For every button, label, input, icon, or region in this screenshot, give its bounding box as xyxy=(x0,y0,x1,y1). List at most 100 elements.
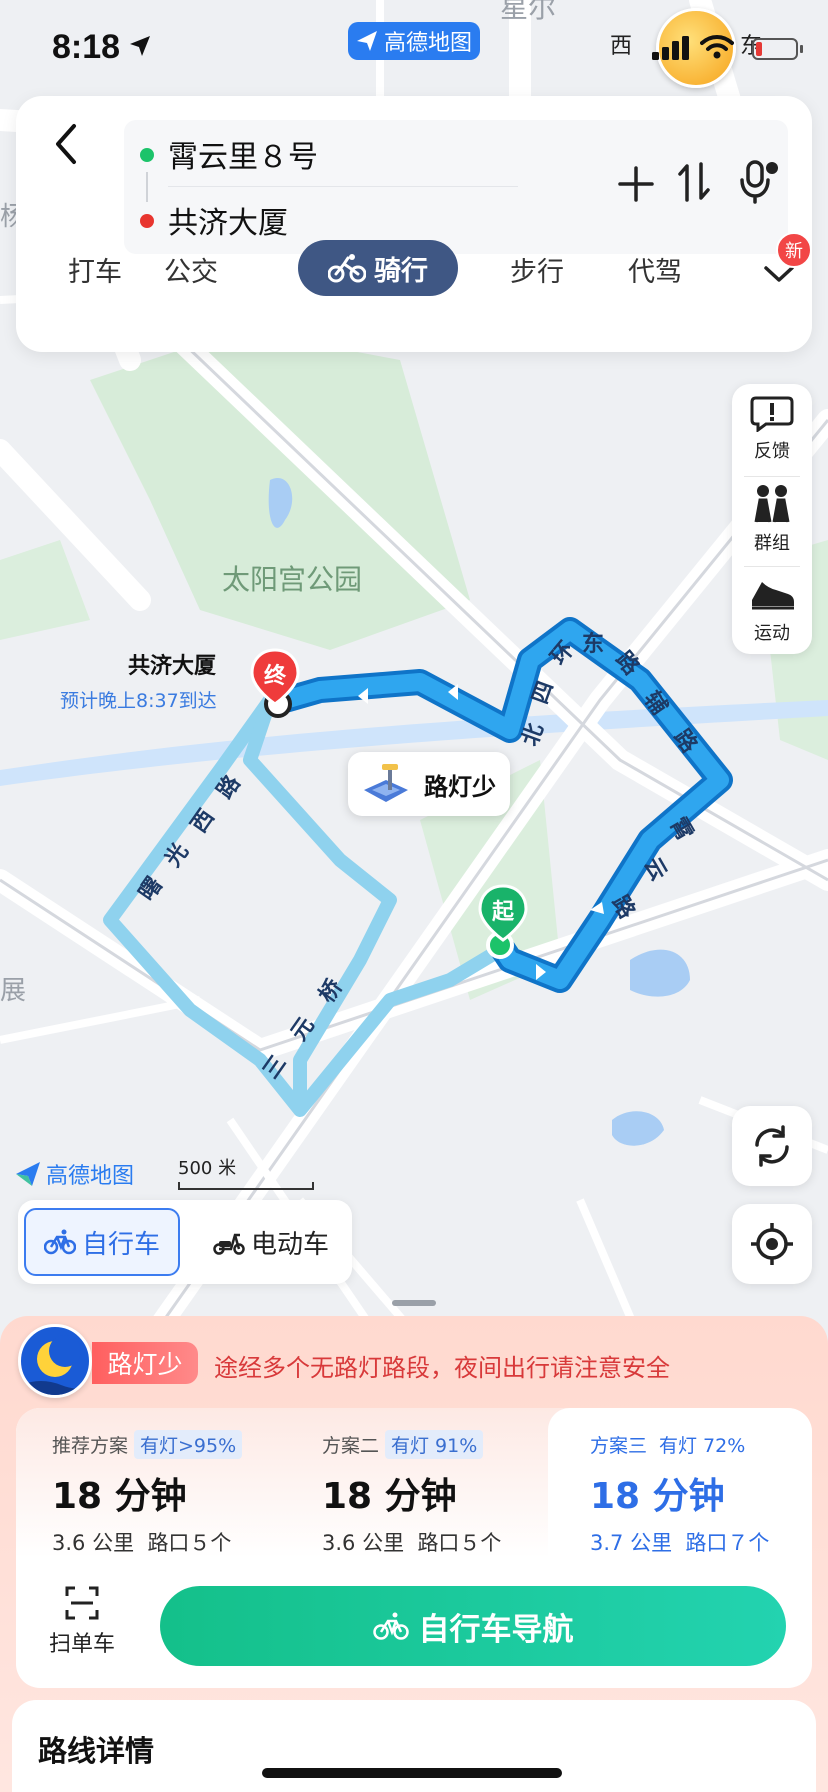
microphone-icon xyxy=(740,160,778,204)
swap-route-button[interactable] xyxy=(676,160,712,208)
location-arrow-icon xyxy=(130,36,150,56)
plan-header: 推荐方案 有灯>95% xyxy=(52,1430,243,1459)
app-pill-label: 高德地图 xyxy=(383,31,472,56)
destination-eta: 预计晚上8:37到达 xyxy=(60,690,217,712)
route-search-card: 霄云里８号 共济大厦 打车 公交 骑行 步行 代驾 新 xyxy=(16,96,812,352)
end-location-field[interactable]: 共济大厦 xyxy=(168,198,288,242)
vehicle-type-toggle: 自行车 电动车 xyxy=(18,1200,352,1284)
crosshair-icon xyxy=(751,1223,793,1265)
sheet-grabber[interactable] xyxy=(392,1300,436,1306)
map-scale-label: 500 米 xyxy=(178,1158,237,1179)
tab-transit[interactable]: 公交 xyxy=(164,250,218,289)
cyclist-icon xyxy=(328,254,366,283)
amap-logo-icon xyxy=(16,1162,40,1186)
group-label: 群组 xyxy=(754,533,790,554)
bicycle-icon xyxy=(43,1229,76,1255)
plan-header: 方案三 有灯 72% xyxy=(590,1430,769,1459)
plus-icon xyxy=(618,166,654,202)
tool-separator xyxy=(744,476,800,477)
streetlight-icon xyxy=(364,764,408,802)
group-icon xyxy=(754,485,790,523)
plan-option-1[interactable]: 推荐方案 有灯>95% 18 分钟 3.6 公里 路口５个 xyxy=(52,1430,243,1557)
start-marker-label: 起 xyxy=(491,900,514,925)
streetlight-tip[interactable]: 路灯少 xyxy=(348,752,510,816)
plan-junctions: 路口５个 xyxy=(147,1531,232,1555)
travel-mode-tabs: 打车 公交 骑行 步行 代驾 新 xyxy=(16,232,812,300)
cellular-signal-icon xyxy=(652,36,689,60)
route-inputs: 霄云里８号 共济大厦 xyxy=(124,120,788,254)
route-details-title: 路线详情 xyxy=(38,1734,155,1768)
start-navigation-label: 自行车导航 xyxy=(418,1611,574,1648)
tab-cycling-label: 骑行 xyxy=(374,255,428,287)
scan-bike-label: 扫单车 xyxy=(48,1632,115,1657)
plan-meta: 3.7 公里 路口７个 xyxy=(590,1527,769,1557)
sport-button[interactable]: 运动 xyxy=(732,574,812,645)
end-dot-icon xyxy=(140,214,154,228)
compass-west: 西 xyxy=(610,34,633,59)
plan-distance: 3.7 公里 xyxy=(590,1531,673,1555)
chevron-left-icon xyxy=(56,124,76,164)
sport-label: 运动 xyxy=(754,623,790,644)
plan-light-tag: 有灯 72% xyxy=(659,1435,746,1457)
vehicle-bike-label: 自行车 xyxy=(81,1229,160,1260)
amap-pill-icon xyxy=(356,31,377,51)
plan-name: 方案三 xyxy=(590,1435,648,1457)
tab-designated-driver[interactable]: 代驾 xyxy=(628,250,682,289)
plan-option-2[interactable]: 方案二 有灯 91% 18 分钟 3.6 公里 路口５个 xyxy=(322,1430,501,1557)
feedback-label: 反馈 xyxy=(754,441,790,462)
new-badge: 新 xyxy=(776,232,812,268)
vehicle-ebike-option[interactable]: 电动车 xyxy=(196,1208,346,1276)
plan-header: 方案二 有灯 91% xyxy=(322,1430,501,1459)
map-label-left-mid: 展 xyxy=(0,976,27,1006)
scan-bike-button[interactable]: 扫单车 xyxy=(42,1586,122,1658)
group-button[interactable]: 群组 xyxy=(732,484,812,555)
plan-name: 方案二 xyxy=(322,1435,380,1457)
bicycle-icon xyxy=(372,1612,409,1640)
streetlight-tip-text: 路灯少 xyxy=(424,772,496,801)
plan-meta: 3.6 公里 路口５个 xyxy=(52,1527,242,1557)
status-bar: 8:18 高德地图 西 东 xyxy=(0,0,828,96)
end-marker[interactable]: 终 xyxy=(250,648,300,708)
plan-junctions: 路口５个 xyxy=(417,1531,502,1555)
start-navigation-button[interactable]: 自行车导航 xyxy=(160,1586,786,1666)
start-location-field[interactable]: 霄云里８号 xyxy=(168,132,318,176)
route-plans-card: 推荐方案 有灯>95% 18 分钟 3.6 公里 路口５个 方案二 有灯 91% 1… xyxy=(16,1408,812,1688)
feedback-icon xyxy=(750,396,794,433)
map-logo-text: 高德地图 xyxy=(46,1164,135,1189)
battery-tip xyxy=(800,45,803,53)
plan-duration: 18 分钟 xyxy=(52,1476,187,1517)
plan-light-tag: 有灯>95% xyxy=(134,1430,243,1459)
feedback-button[interactable]: 反馈 xyxy=(732,394,812,463)
map-scale-bar xyxy=(178,1182,314,1190)
plan-junctions: 路口７个 xyxy=(685,1531,770,1555)
wifi-icon xyxy=(700,35,734,59)
refresh-route-button[interactable] xyxy=(732,1106,812,1186)
destination-name: 共济大厦 xyxy=(128,654,217,679)
home-indicator[interactable] xyxy=(262,1768,562,1778)
battery-icon xyxy=(752,38,798,60)
swap-icon xyxy=(678,162,710,202)
scan-icon xyxy=(65,1586,99,1620)
refresh-icon xyxy=(755,1125,789,1167)
route-connector xyxy=(146,172,148,202)
sneaker-icon xyxy=(752,582,794,610)
tab-walking[interactable]: 步行 xyxy=(510,250,564,289)
plan-duration: 18 分钟 xyxy=(322,1476,457,1517)
tool-separator xyxy=(744,566,800,567)
start-marker[interactable]: 起 xyxy=(478,884,528,944)
map-logo: 高德地图 xyxy=(14,1158,134,1190)
tab-cycling[interactable]: 骑行 xyxy=(298,240,458,296)
tab-taxi[interactable]: 打车 xyxy=(68,250,122,289)
add-waypoint-button[interactable] xyxy=(616,164,656,212)
vehicle-bike-option[interactable]: 自行车 xyxy=(24,1208,180,1276)
app-switch-pill[interactable]: 高德地图 xyxy=(348,22,480,60)
plan-meta: 3.6 公里 路口５个 xyxy=(322,1527,501,1557)
plan-option-3[interactable]: 方案三 有灯 72% 18 分钟 3.7 公里 路口７个 xyxy=(590,1430,769,1557)
plan-distance: 3.6 公里 xyxy=(52,1531,135,1555)
back-button[interactable] xyxy=(46,116,96,176)
plan-duration: 18 分钟 xyxy=(590,1476,725,1517)
my-location-button[interactable] xyxy=(732,1204,812,1284)
route-divider xyxy=(168,186,518,187)
route-details-section[interactable]: 路线详情 xyxy=(12,1700,816,1792)
voice-input-button[interactable] xyxy=(736,158,780,210)
